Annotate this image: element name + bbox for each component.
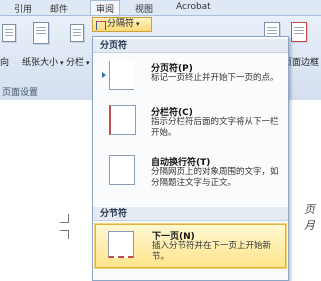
tab-review[interactable]: 审阅 xyxy=(90,0,121,15)
menu-item-desc: 插入分节符并在下一页上开始新节。 xyxy=(152,241,272,262)
menu-item-desc: 指示分栏符后面的文字将从下一栏开始。 xyxy=(151,117,279,138)
document-partial-text: 页月 xyxy=(304,203,315,232)
crop-mark xyxy=(60,230,69,239)
paper-size-button[interactable]: 纸张大小 ▾ xyxy=(22,55,64,68)
page-break-icon xyxy=(109,61,134,90)
columns-button[interactable]: 分栏 ▾ xyxy=(66,55,90,68)
breaks-icon xyxy=(96,21,106,30)
tab-mailings[interactable]: 邮件 xyxy=(50,2,68,15)
orientation-icon xyxy=(2,24,16,42)
paper-size-icon xyxy=(33,22,49,44)
text-wrapping-icon xyxy=(109,155,135,185)
page-border-icon xyxy=(291,22,307,42)
menu-section-page-breaks: 分页符 xyxy=(93,39,288,53)
orientation-button[interactable]: 向 xyxy=(0,55,9,68)
column-break-icon xyxy=(109,105,136,135)
menu-item-desc: 标记一页终止并开始下一页的点。 xyxy=(151,73,279,83)
menu-item-text-wrapping[interactable]: 自动换行符(T) 分隔网页上的对象周围的文字，如分隔题注文字与正文。 xyxy=(95,151,286,197)
ribbon-tab-bar: 引用 邮件 审阅 视图 Acrobat xyxy=(0,0,321,16)
chevron-down-icon: ▾ xyxy=(136,20,140,28)
tab-view[interactable]: 视图 xyxy=(135,2,153,15)
columns-icon xyxy=(70,24,84,42)
menu-item-desc: 分隔网页上的对象周围的文字，如分隔题注文字与正文。 xyxy=(151,167,279,188)
marker-icon xyxy=(102,72,106,78)
breaks-dropdown-button[interactable]: 分隔符 ▾ xyxy=(92,17,152,32)
crop-mark xyxy=(60,214,69,223)
menu-item-column-break[interactable]: 分栏符(C) 指示分栏符后面的文字将从下一栏开始。 xyxy=(95,101,286,145)
menu-item-page-break[interactable]: 分页符(P) 标记一页终止并开始下一页的点。 xyxy=(95,57,286,95)
tab-acrobat[interactable]: Acrobat xyxy=(176,2,211,12)
menu-section-section-breaks: 分节符 xyxy=(93,207,288,221)
menu-item-next-page[interactable]: 下一页(N) 插入分节符并在下一页上开始新节。 xyxy=(95,224,286,268)
tab-references[interactable]: 引用 xyxy=(14,2,32,15)
next-page-icon xyxy=(108,231,134,258)
group-label-page-setup: 页面设置 xyxy=(2,88,39,98)
breaks-menu: 分页符 分页符(P) 标记一页终止并开始下一页的点。 分栏符(C) 指示分栏符后… xyxy=(92,36,289,281)
